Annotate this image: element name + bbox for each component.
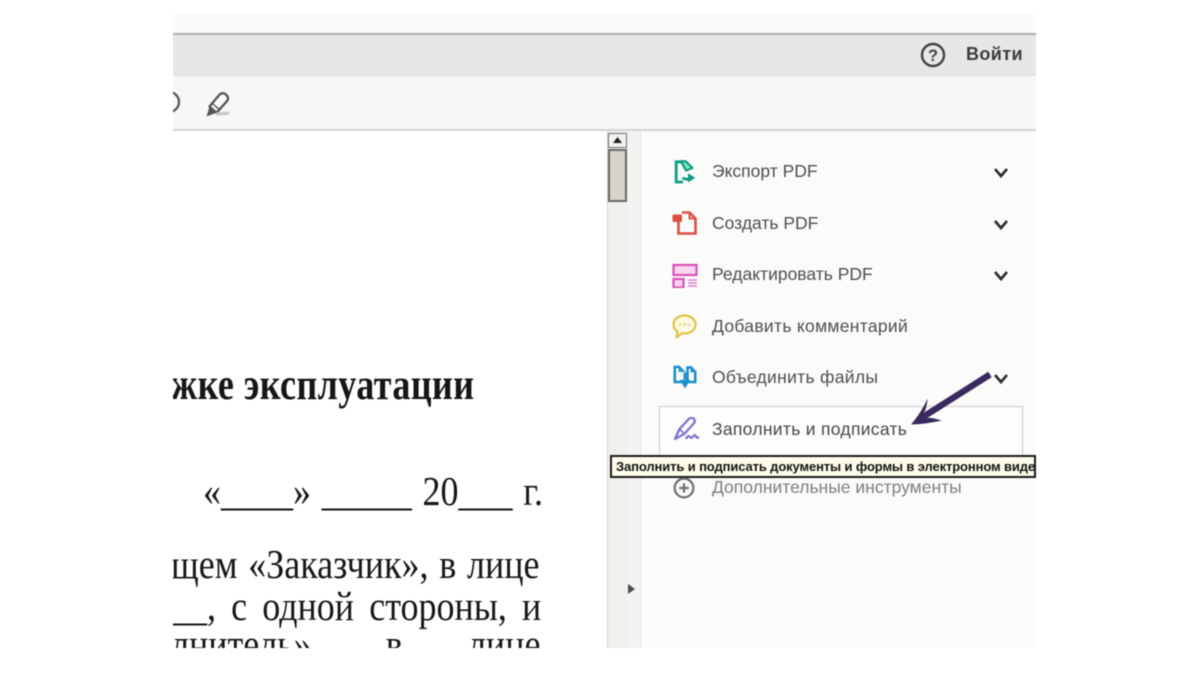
svg-text:?: ? [928,47,938,65]
